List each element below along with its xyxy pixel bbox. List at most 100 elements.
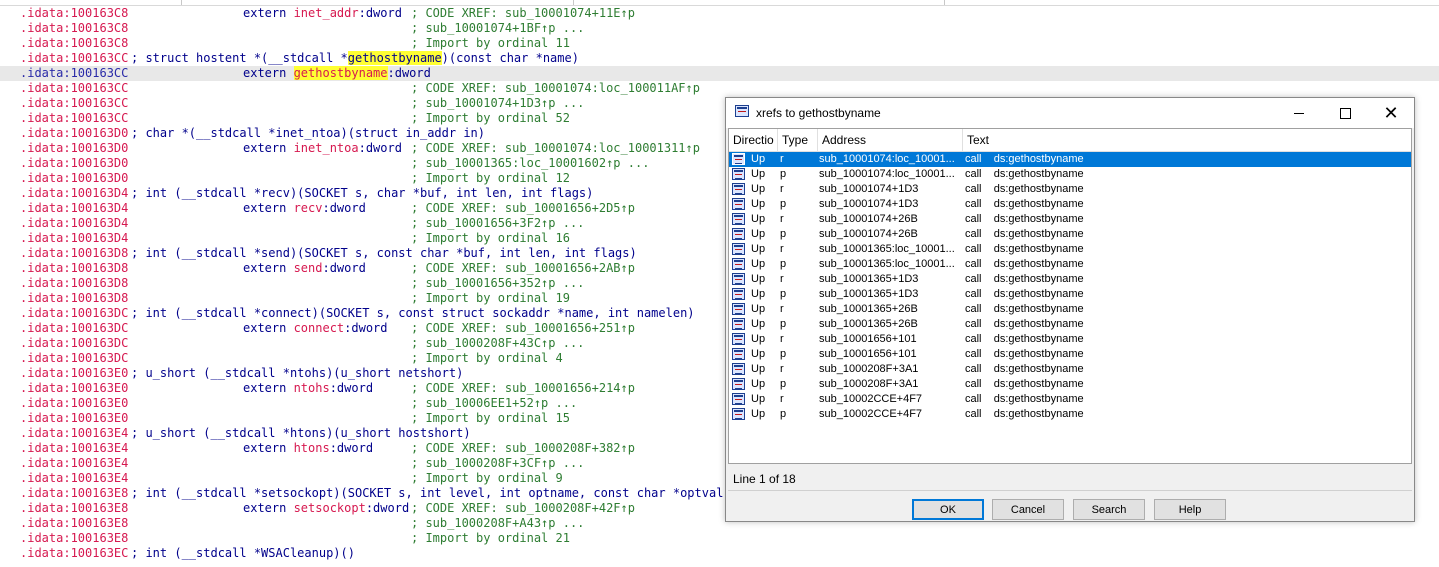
xrefs-window-icon (735, 105, 749, 117)
xref-comment: ; Import by ordinal 12 (411, 171, 570, 185)
xref-direction: Up (751, 363, 766, 375)
listing-line[interactable]: .idata:100163CC; struct hostent *(__stdc… (0, 51, 1439, 66)
xref-comment: ; CODE XREF: sub_10001074+11E↑p (411, 6, 635, 20)
highlighted-symbol[interactable]: gethostbyname (347, 51, 442, 65)
symbol-name[interactable]: recv (294, 201, 323, 215)
dialog-titlebar[interactable]: xrefs to gethostbyname ✕ (726, 98, 1414, 128)
xref-text: call ds:gethostbyname (965, 153, 1084, 165)
xref-direction: Up (751, 378, 766, 390)
symbol-type: :dword (358, 141, 402, 155)
xref-row[interactable]: Up r sub_1000208F+3A1 call ds:gethostbyname (729, 362, 1411, 377)
column-header-direction[interactable]: Directio (729, 129, 778, 151)
minimize-button[interactable] (1276, 98, 1322, 128)
symbol-name[interactable]: htons (294, 441, 330, 455)
xref-text: call ds:gethostbyname (965, 378, 1084, 390)
symbol-name[interactable]: setsockopt (294, 501, 366, 515)
declaration-comment: ; int (__stdcall *WSACleanup)() (131, 546, 355, 561)
symbol-type: :dword (322, 261, 366, 275)
declaration-text: ; int (__stdcall *WSACleanup)() (131, 546, 355, 560)
xref-type: p (780, 288, 787, 300)
xref-row[interactable]: Up r sub_10002CCE+4F7 call ds:gethostbyname (729, 392, 1411, 407)
cancel-button[interactable]: Cancel (992, 499, 1064, 520)
symbol-name[interactable]: ntohs (294, 381, 330, 395)
xref-row[interactable]: Up p sub_10001074+1D3 call ds:gethostbyname (729, 197, 1411, 212)
xref-address: sub_10001074+1D3 (819, 183, 919, 195)
xref-row[interactable]: Up p sub_10001074+26B call ds:gethostbyname (729, 227, 1411, 242)
xref-row[interactable]: Up r sub_10001656+101 call ds:gethostbyname (729, 332, 1411, 347)
column-header-address[interactable]: Address (818, 129, 963, 151)
xref-type: r (780, 243, 784, 255)
maximize-button[interactable] (1322, 98, 1368, 128)
xref-row[interactable]: Up p sub_1000208F+3A1 call ds:gethostbyname (729, 377, 1411, 392)
table-header: Directio Type Address Text (729, 129, 1411, 152)
xref-comment: ; Import by ordinal 4 (411, 351, 563, 365)
xref-comment: ; Import by ordinal 16 (411, 231, 570, 245)
xref-type: r (780, 183, 784, 195)
close-button[interactable]: ✕ (1368, 98, 1414, 128)
xref-row[interactable]: Up p sub_10001656+101 call ds:gethostbyname (729, 347, 1411, 362)
xref-text: call ds:gethostbyname (965, 213, 1084, 225)
column-header-type[interactable]: Type (778, 129, 818, 151)
xref-text: call ds:gethostbyname (965, 393, 1084, 405)
xrefs-dialog: xrefs to gethostbyname ✕ Directio Type A… (725, 97, 1415, 522)
extern-statement: extern ntohs:dword (243, 381, 374, 395)
declaration-text: ; int (__stdcall *connect)(SOCKET s, con… (131, 306, 695, 320)
xref-row[interactable]: Up p sub_10001365:loc_10001... call ds:geth… (729, 257, 1411, 272)
xref-address: sub_10001656+101 (819, 333, 917, 345)
line-address: .idata:100163D8 (20, 276, 129, 290)
symbol-name[interactable]: send (294, 261, 323, 275)
xref-direction: Up (751, 408, 766, 420)
xref-text: call ds:gethostbyname (965, 303, 1084, 315)
symbol-type: :dword (329, 441, 374, 455)
xrefs-table[interactable]: Directio Type Address Text Up r sub_100010… (728, 128, 1412, 464)
status-line: Line 1 of 18 (733, 472, 796, 486)
xref-type: p (780, 318, 787, 330)
xref-comment: ; sub_1000208F+A43↑p ... (411, 516, 585, 530)
declaration-comment: ; int (__stdcall *setsockopt)(SOCKET s, … (131, 486, 745, 501)
column-header-text[interactable]: Text (963, 129, 1411, 151)
symbol-name[interactable]: inet_ntoa (294, 141, 359, 155)
xref-call-icon (732, 318, 745, 330)
status-divider (728, 490, 1412, 491)
line-address: .idata:100163CC (20, 51, 129, 65)
xref-row[interactable]: Up r sub_10001365+1D3 call ds:gethostbyname (729, 272, 1411, 287)
line-address: .idata:100163E4 (20, 441, 129, 455)
help-button[interactable]: Help (1154, 499, 1226, 520)
listing-line[interactable]: .idata:100163C8 extern inet_addr:dword ; C… (0, 6, 1439, 21)
declaration-text: ; char *(__stdcall *inet_ntoa)(struct in… (131, 126, 486, 140)
listing-line[interactable]: .idata:100163EC; int (__stdcall *WSAClea… (0, 546, 1439, 561)
close-icon: ✕ (1383, 102, 1399, 123)
xref-call-icon (732, 378, 745, 390)
listing-line[interactable]: .idata:100163E8 ; Import by ordinal 21 (0, 531, 1439, 546)
xref-call-icon (732, 348, 745, 360)
xref-row[interactable]: Up r sub_10001074+26B call ds:gethostbyname (729, 212, 1411, 227)
listing-line[interactable]: .idata:100163C8 ; sub_10001074+1BF↑p ... (0, 21, 1439, 36)
xref-row[interactable]: Up p sub_10001365+1D3 call ds:gethostbyname (729, 287, 1411, 302)
xref-row[interactable]: Up p sub_10001365+26B call ds:gethostbyname (729, 317, 1411, 332)
xref-row[interactable]: Up p sub_10002CCE+4F7 call ds:gethostbyname (729, 407, 1411, 422)
xref-row[interactable]: Up r sub_10001074:loc_10001... call ds:geth… (729, 152, 1411, 167)
xref-call-icon (732, 243, 745, 255)
listing-line[interactable]: .idata:100163CC ; CODE XREF: sub_10001074… (0, 81, 1439, 96)
xref-row[interactable]: Up r sub_10001365:loc_10001... call ds:geth… (729, 242, 1411, 257)
xref-row[interactable]: Up p sub_10001074:loc_10001... call ds:geth… (729, 167, 1411, 182)
xref-type: p (780, 168, 787, 180)
search-button[interactable]: Search (1073, 499, 1145, 520)
listing-line[interactable]: .idata:100163C8 ; Import by ordinal 11 (0, 36, 1439, 51)
xref-address: sub_1000208F+3A1 (819, 378, 919, 390)
xref-address: sub_10001365:loc_10001... (819, 243, 955, 255)
xref-comment: ; CODE XREF: sub_1000208F+42F↑p (411, 501, 635, 515)
listing-line[interactable]: .idata:100163CC extern gethostbyname:dwor… (0, 66, 1439, 81)
extern-statement: extern send:dword (243, 261, 366, 275)
symbol-name[interactable]: gethostbyname (293, 66, 388, 80)
xref-row[interactable]: Up r sub_10001365+26B call ds:gethostbyname (729, 302, 1411, 317)
symbol-name[interactable]: inet_addr (294, 6, 359, 20)
xref-call-icon (732, 273, 745, 285)
xref-row[interactable]: Up r sub_10001074+1D3 call ds:gethostbyname (729, 182, 1411, 197)
xref-comment: ; sub_10001074+1D3↑p ... (411, 96, 585, 110)
xref-comment: ; Import by ordinal 11 (411, 36, 570, 50)
ok-button[interactable]: OK (912, 499, 984, 520)
xref-address: sub_10001656+101 (819, 348, 917, 360)
xref-address: sub_10001365:loc_10001... (819, 258, 955, 270)
symbol-name[interactable]: connect (294, 321, 345, 335)
